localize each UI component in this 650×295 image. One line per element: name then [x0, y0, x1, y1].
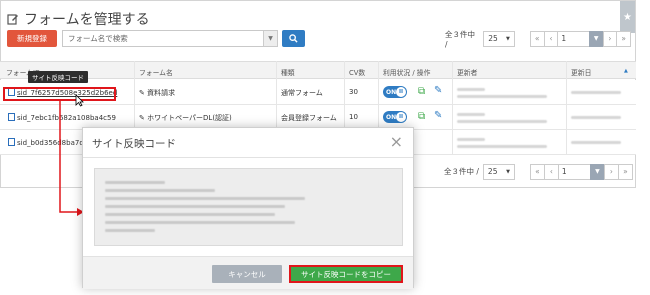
first-page-button[interactable]: « — [529, 30, 545, 47]
page-dropdown-icon[interactable]: ▼ — [588, 30, 604, 47]
per-page-select[interactable]: 25 ▼ — [482, 163, 515, 180]
copy-code-button[interactable]: サイト反映コードをコピー — [289, 265, 403, 283]
last-page-button[interactable]: » — [616, 30, 632, 47]
toggle-knob: II — [396, 112, 406, 122]
blurred-updater — [457, 120, 547, 123]
forms-table: フォームID フォーム名 種類 CV数 利用状況 / 操作 更新者 更新日 ▲ — [0, 61, 636, 79]
blurred-code-line — [105, 205, 285, 208]
blurred-updater — [457, 95, 547, 98]
copy-icon[interactable]: ⧉ — [418, 86, 425, 97]
page-input[interactable]: 1 — [557, 30, 590, 47]
blurred-updater — [457, 113, 485, 116]
search-placeholder: フォーム名で検索 — [68, 34, 128, 43]
search-icon — [289, 34, 298, 43]
form-type: 会員登録フォーム — [281, 114, 337, 122]
form-id-link[interactable]: sid_7ebc1fb682a108ba4c59 — [8, 113, 116, 122]
page-title: フォームを管理する — [7, 9, 150, 29]
page-dropdown-icon[interactable]: ▼ — [589, 163, 605, 180]
close-icon[interactable]: × — [390, 132, 403, 151]
top-pager: 全３件中 / 25 ▼ « ‹ 1 ▼ › » — [445, 29, 632, 49]
edit-icon: ✎ — [139, 89, 145, 97]
status-toggle[interactable]: ON II — [383, 86, 407, 98]
form-name-text: ホワイトペーパーDL(認証) — [147, 114, 232, 122]
search-input[interactable]: フォーム名で検索 ▼ — [62, 30, 278, 47]
form-id-link[interactable]: sid_b0d356d8ba7d — [8, 138, 84, 147]
toggle-label: ON — [386, 88, 397, 96]
result-count: 全３件中 / — [444, 167, 479, 176]
prev-page-button[interactable]: ‹ — [543, 30, 559, 47]
header-form-name[interactable]: フォーム名 — [139, 67, 173, 77]
blurred-date — [571, 116, 621, 119]
blurred-code-line — [105, 189, 215, 192]
modal-title: サイト反映コード — [92, 138, 176, 150]
blurred-updater — [457, 145, 547, 148]
chevron-down-icon: ▼ — [505, 35, 510, 42]
blurred-date — [571, 141, 621, 144]
per-page-value: 25 — [487, 167, 498, 176]
first-page-button[interactable]: « — [529, 163, 545, 180]
highlight-box — [3, 87, 116, 101]
form-type: 通常フォーム — [281, 89, 323, 97]
form-id-text: sid_7ebc1fb682a108ba4c59 — [17, 114, 116, 122]
column-divider — [452, 61, 453, 154]
next-page-button[interactable]: › — [603, 163, 619, 180]
header-type[interactable]: 種類 — [281, 67, 295, 77]
header-status: 利用状況 / 操作 — [383, 69, 431, 77]
chevron-down-icon: ▼ — [506, 168, 510, 175]
form-name-text: 資料請求 — [147, 89, 176, 97]
toggle-label: ON — [386, 113, 397, 121]
blurred-code-line — [105, 213, 275, 216]
chevron-down-icon[interactable]: ▼ — [263, 31, 277, 46]
cursor-icon — [75, 94, 84, 107]
form-name-link[interactable]: ✎ 資料請求 — [139, 88, 175, 98]
star-icon[interactable]: ★ — [620, 1, 635, 33]
cv-count: 10 — [349, 113, 358, 121]
blurred-code-line — [105, 181, 165, 184]
code-icon — [8, 113, 15, 121]
blurred-code-line — [105, 221, 295, 224]
header-updater[interactable]: 更新者 — [457, 67, 477, 77]
edit-icon — [7, 13, 19, 25]
column-divider — [566, 61, 567, 154]
modal-divider — [83, 157, 413, 158]
code-icon — [8, 138, 15, 146]
toolbar: 新規登録 フォーム名で検索 ▼ 全３件中 / 25 ▼ « ‹ 1 ▼ › » — [7, 29, 632, 49]
copy-icon[interactable]: ⧉ — [418, 111, 425, 122]
last-page-button[interactable]: » — [617, 163, 633, 180]
page-input[interactable]: 1 — [557, 163, 591, 180]
modal-footer: キャンセル サイト反映コードをコピー — [83, 256, 413, 289]
per-page-value: 25 — [488, 34, 498, 43]
cv-count: 30 — [349, 88, 358, 96]
site-code-modal: サイト反映コード × キャンセル サイト反映コードをコピー — [82, 127, 414, 289]
blurred-updater — [457, 138, 485, 141]
pencil-icon[interactable]: ✎ — [434, 110, 442, 121]
form-name-link[interactable]: ✎ ホワイトペーパーDL(認証) — [139, 113, 232, 123]
sort-icon[interactable]: ▲ — [624, 68, 628, 74]
pencil-icon[interactable]: ✎ — [434, 85, 442, 96]
header-updated[interactable]: 更新日 — [571, 67, 591, 77]
page-title-text: フォームを管理する — [24, 12, 150, 28]
next-page-button[interactable]: › — [602, 30, 618, 47]
code-textarea[interactable] — [94, 168, 403, 246]
status-toggle[interactable]: ON II — [383, 111, 407, 123]
edit-icon: ✎ — [139, 114, 145, 122]
blurred-code-line — [105, 197, 305, 200]
blurred-code-line — [105, 229, 155, 232]
header-cv[interactable]: CV数 — [349, 67, 365, 77]
table-header: フォームID フォーム名 種類 CV数 利用状況 / 操作 更新者 更新日 ▲ — [0, 61, 636, 79]
bottom-pager: 全３件中 / 25 ▼ « ‹ 1 ▼ › » — [444, 163, 633, 180]
blurred-updater — [457, 88, 485, 91]
toggle-knob: II — [396, 87, 406, 97]
new-form-button[interactable]: 新規登録 — [7, 30, 57, 47]
cancel-button[interactable]: キャンセル — [212, 265, 282, 283]
blurred-date — [571, 91, 621, 94]
form-id-text: sid_b0d356d8ba7d — [17, 139, 84, 147]
search-button[interactable] — [282, 30, 305, 47]
result-count: 全３件中 / — [445, 29, 475, 49]
per-page-select[interactable]: 25 ▼ — [483, 30, 515, 47]
tooltip: サイト反映コード — [28, 71, 88, 83]
prev-page-button[interactable]: ‹ — [543, 163, 559, 180]
